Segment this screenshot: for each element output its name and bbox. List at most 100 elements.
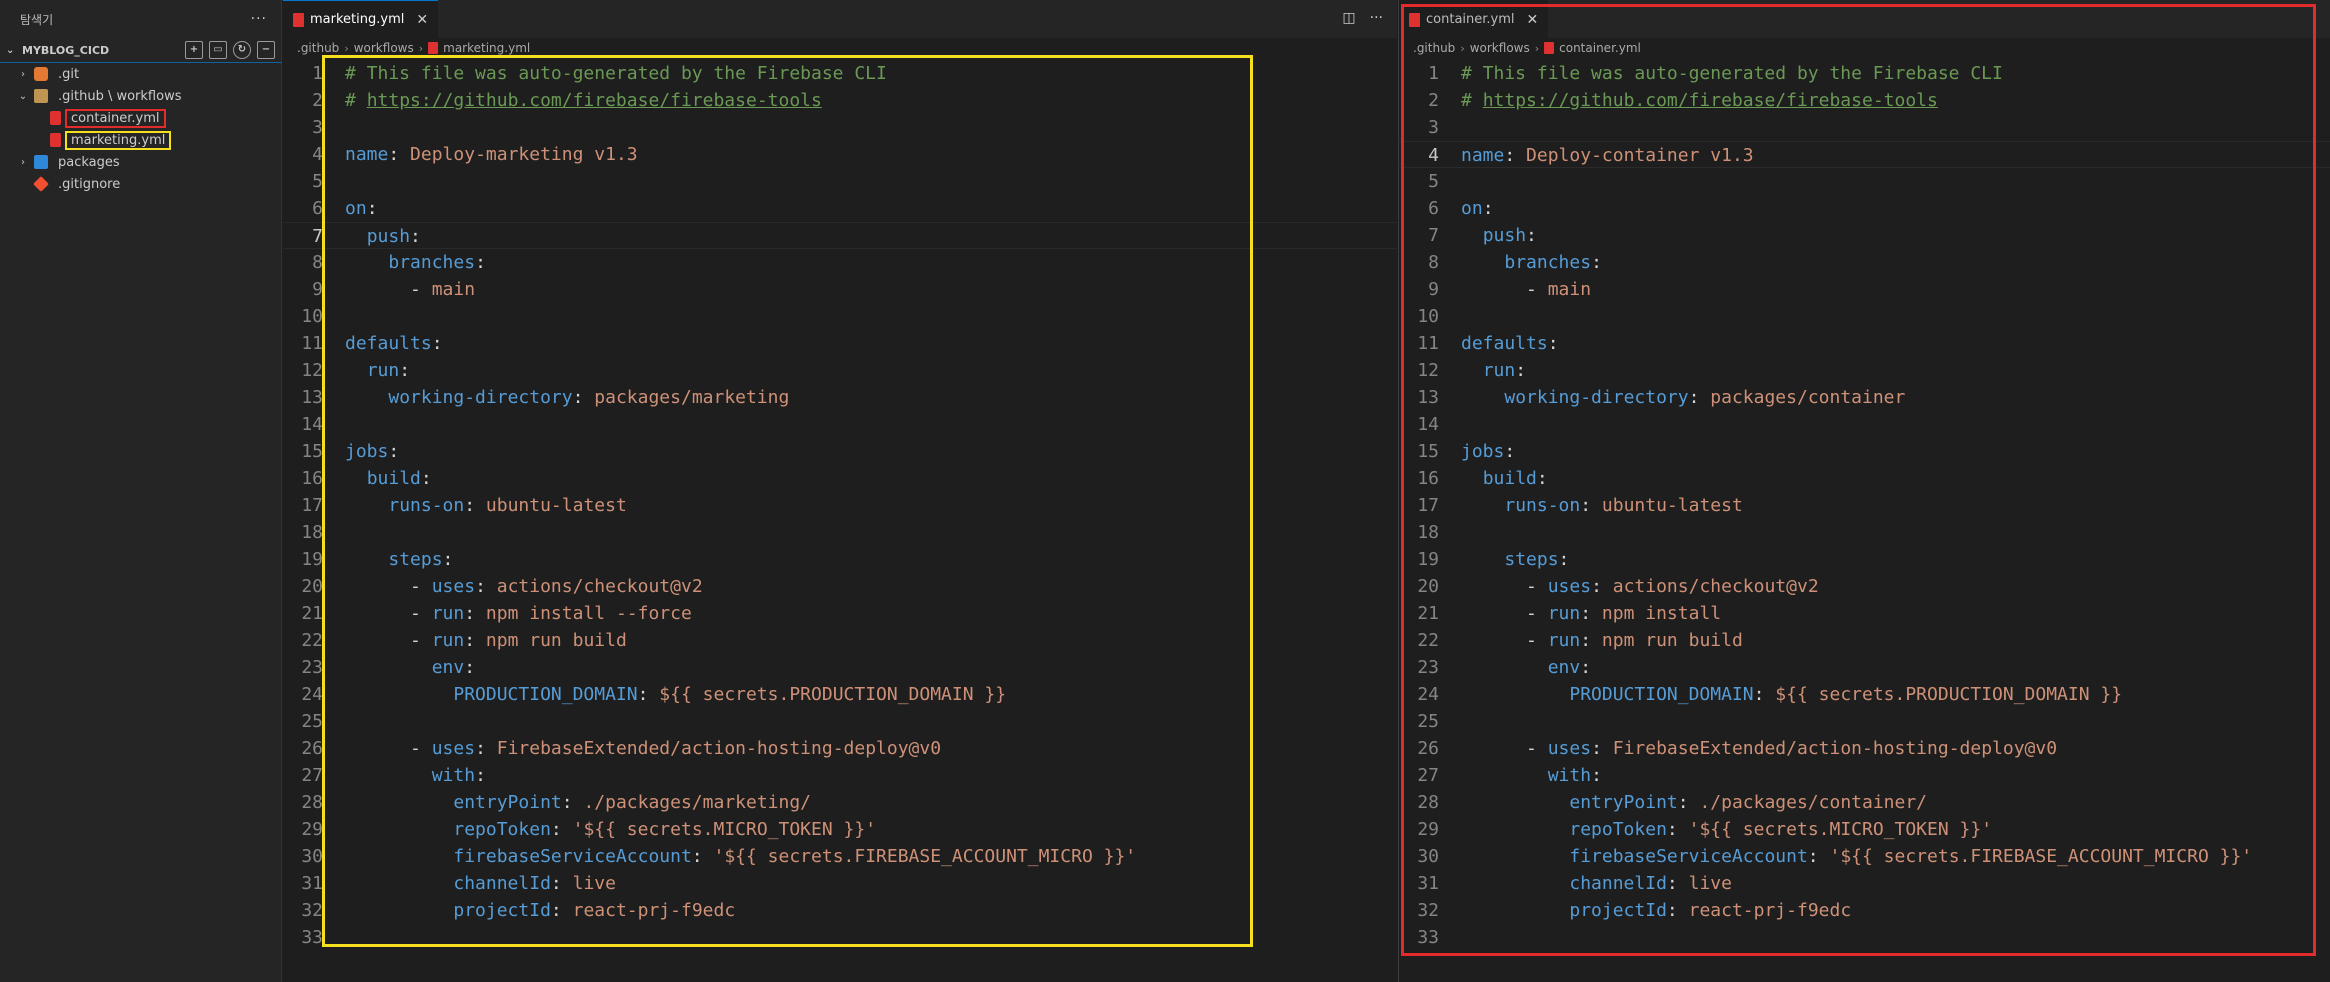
more-actions-icon[interactable]: ···	[251, 11, 267, 27]
code-line: 11 defaults:	[1399, 330, 2330, 357]
code-token: projectId	[1569, 900, 1667, 921]
code-token: :	[1580, 630, 1602, 651]
code-line: 23 env:	[283, 654, 1397, 681]
line-number: 30	[301, 846, 323, 867]
line-number: 8	[1428, 252, 1439, 273]
code-line: 25	[283, 708, 1397, 735]
code-token: :	[388, 441, 400, 462]
new-file-icon[interactable]: +	[185, 41, 203, 59]
code-line: 4 name: Deploy-container v1.3	[1399, 141, 2330, 168]
code-line: 23 env:	[1399, 654, 2330, 681]
code-token: :	[1558, 549, 1570, 570]
breadcrumb-item[interactable]: workflows	[1470, 41, 1530, 55]
code-text: - uses: FirebaseExtended/action-hosting-…	[345, 735, 941, 762]
package-folder-icon	[34, 155, 48, 169]
code-token: working-directory	[388, 387, 573, 408]
tree-item[interactable]: › packages	[0, 151, 282, 173]
code-line: 27 with:	[283, 762, 1397, 789]
tree-item-label: container.yml	[65, 108, 166, 128]
chevron-right-icon: ›	[21, 68, 25, 80]
code-token: working-directory	[1504, 387, 1689, 408]
code-token: ./packages/container/	[1699, 792, 1928, 813]
code-token: env	[431, 657, 465, 678]
code-text: # https://github.com/firebase/firebase-t…	[1461, 87, 1938, 114]
line-number: 16	[1417, 468, 1439, 489]
breadcrumb-item[interactable]: marketing.yml	[443, 41, 530, 55]
code-line: 28 entryPoint: ./packages/marketing/	[283, 789, 1397, 816]
code-text: repoToken: '${{ secrets.MICRO_TOKEN }}'	[345, 816, 876, 843]
new-folder-icon[interactable]: ▭	[209, 41, 227, 59]
code-editor-left[interactable]: 1 # This file was auto-generated by the F…	[283, 60, 1397, 951]
code-line: 2 # https://github.com/firebase/firebase-…	[1399, 87, 2330, 114]
more-actions-icon[interactable]: ···	[1370, 10, 1383, 26]
code-token: :	[1504, 441, 1516, 462]
line-number: 3	[1428, 117, 1439, 138]
code-text: branches:	[1461, 249, 1602, 276]
breadcrumb-item[interactable]: workflows	[354, 41, 414, 55]
breadcrumb-item[interactable]: .github	[297, 41, 339, 55]
breadcrumb-item[interactable]: .github	[1413, 41, 1455, 55]
code-token: on	[345, 198, 367, 219]
breadcrumb-item[interactable]: container.yml	[1559, 41, 1641, 55]
code-line: 24 PRODUCTION_DOMAIN: ${{ secrets.PRODUC…	[1399, 681, 2330, 708]
code-text: jobs:	[1461, 438, 1515, 465]
code-text: repoToken: '${{ secrets.MICRO_TOKEN }}'	[1461, 816, 1992, 843]
code-line: 18	[283, 519, 1397, 546]
code-token: branches	[388, 252, 476, 273]
code-token: on	[1461, 198, 1483, 219]
code-text: PRODUCTION_DOMAIN: ${{ secrets.PRODUCTIO…	[1461, 681, 2122, 708]
tab-marketing-yml[interactable]: marketing.yml ✕	[283, 0, 439, 38]
tree-item-label: packages	[58, 154, 120, 170]
code-token: '${{ secrets.MICRO_TOKEN }}'	[1688, 819, 1993, 840]
tree-item[interactable]: › .git	[0, 63, 282, 85]
refresh-icon[interactable]: ↻	[233, 41, 251, 59]
code-token: run	[1482, 360, 1516, 381]
chevron-right-icon: ›	[1460, 41, 1465, 55]
code-token: :	[1515, 360, 1527, 381]
code-token: ${{ secrets.PRODUCTION_DOMAIN }}	[1775, 684, 2123, 705]
line-number: 12	[1417, 360, 1439, 381]
code-editor-right[interactable]: 1 # This file was auto-generated by the F…	[1399, 60, 2330, 951]
line-number: 29	[1417, 819, 1439, 840]
split-editor-icon[interactable]: ◫	[1342, 10, 1355, 26]
code-line: 27 with:	[1399, 762, 2330, 789]
code-token: push	[366, 226, 411, 247]
code-line: 15 jobs:	[1399, 438, 2330, 465]
code-line: 9 - main	[1399, 276, 2330, 303]
line-number: 20	[1417, 576, 1439, 597]
line-number: 6	[312, 198, 323, 219]
code-token: repoToken	[1569, 819, 1667, 840]
code-line: 8 branches:	[1399, 249, 2330, 276]
code-token: build	[366, 468, 421, 489]
code-line: 4 name: Deploy-marketing v1.3	[283, 141, 1397, 168]
tree-item[interactable]: container.yml	[0, 107, 282, 129]
code-token: :	[475, 252, 486, 273]
close-icon[interactable]: ✕	[1527, 12, 1539, 28]
line-number: 3	[312, 117, 323, 138]
code-token: defaults	[345, 333, 432, 354]
code-line: 20 - uses: actions/checkout@v2	[1399, 573, 2330, 600]
tree-item[interactable]: ⌄ .github \ workflows	[0, 85, 282, 107]
workspace-section-header[interactable]: ⌄ MYBLOG_CICD + ▭ ↻ −	[0, 38, 281, 62]
line-number: 7	[312, 226, 323, 247]
code-token: :	[1526, 225, 1537, 246]
code-token: npm install --force	[485, 603, 692, 624]
code-token: npm install	[1601, 603, 1722, 624]
close-icon[interactable]: ✕	[416, 12, 428, 28]
code-token: :	[1591, 765, 1602, 786]
code-token: :	[442, 549, 454, 570]
line-number: 30	[1417, 846, 1439, 867]
tab-container-yml[interactable]: container.yml ✕	[1399, 0, 1549, 38]
line-number: 21	[1417, 603, 1439, 624]
code-text: projectId: react-prj-f9edc	[345, 897, 735, 924]
editor-group-right: container.yml ✕ .github › workflows › co…	[1398, 0, 2330, 982]
tree-item[interactable]: .gitignore	[0, 173, 282, 195]
collapse-all-icon[interactable]: −	[257, 41, 275, 59]
code-token: :	[475, 765, 486, 786]
tree-item[interactable]: marketing.yml	[0, 129, 282, 151]
